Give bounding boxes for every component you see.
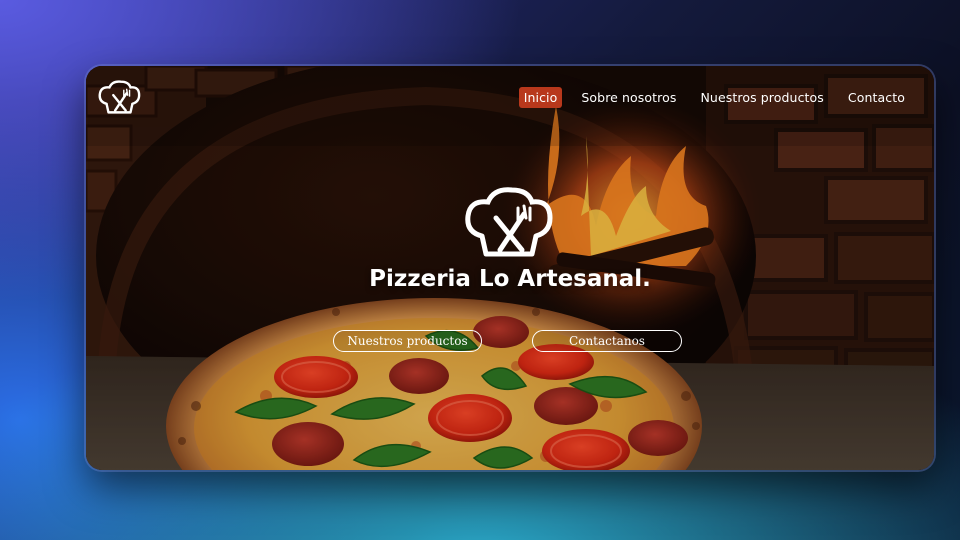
nav-item-inicio[interactable]: Inicio (518, 87, 563, 108)
chef-hat-fork-knife-icon (465, 187, 553, 257)
nav-item-nuestros-productos[interactable]: Nuestros productos (695, 87, 828, 108)
products-button[interactable]: Nuestros productos (333, 330, 482, 352)
nav-item-contacto[interactable]: Contacto (843, 87, 910, 108)
browser-window: Inicio Sobre nosotros Nuestros productos… (86, 66, 934, 470)
chef-hat-fork-knife-icon[interactable] (96, 78, 142, 118)
nav-item-sobre-nosotros[interactable]: Sobre nosotros (576, 87, 681, 108)
top-navbar: Inicio Sobre nosotros Nuestros productos… (86, 66, 934, 130)
main-menu: Inicio Sobre nosotros Nuestros productos… (505, 87, 910, 108)
hero-title: Pizzeria Lo Artesanal. (369, 266, 651, 292)
contact-button[interactable]: Contactanos (532, 330, 682, 352)
